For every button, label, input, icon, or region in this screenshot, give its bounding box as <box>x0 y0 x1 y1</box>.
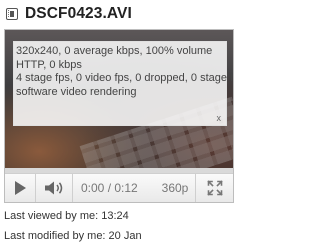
quality-button[interactable]: 360p <box>157 174 193 202</box>
file-title-bar: DSCF0423.AVI <box>4 2 242 26</box>
last-modified-text: Last modified by me: 20 Jan <box>4 230 142 242</box>
stats-overlay: 320x240, 0 average kbps, 100% volume HTT… <box>13 41 233 126</box>
file-name: DSCF0423.AVI <box>25 5 132 22</box>
fullscreen-button[interactable] <box>195 174 233 202</box>
volume-icon <box>45 181 63 195</box>
stats-line-resolution: 320x240, 0 average kbps, 100% volume <box>16 45 213 57</box>
stats-line-connection: HTTP, 0 kbps <box>16 58 82 71</box>
control-bar: 0:00 / 0:12 360p <box>5 173 233 202</box>
stats-line-rendering: software video rendering <box>16 85 137 98</box>
play-icon <box>14 181 26 195</box>
volume-button[interactable] <box>36 174 73 202</box>
play-button[interactable] <box>5 174 36 202</box>
time-display: 0:00 / 0:12 <box>81 181 138 195</box>
fullscreen-icon <box>207 180 223 196</box>
video-file-icon <box>6 8 18 20</box>
stats-line-fps: 4 stage fps, 0 video fps, 0 dropped, 0 s… <box>16 72 233 85</box>
video-player[interactable]: 320x240, 0 average kbps, 100% volume HTT… <box>4 29 234 203</box>
last-viewed-text: Last viewed by me: 13:24 <box>4 210 129 222</box>
video-frame[interactable]: 320x240, 0 average kbps, 100% volume HTT… <box>5 30 233 173</box>
stats-close-button[interactable]: x <box>217 113 222 123</box>
